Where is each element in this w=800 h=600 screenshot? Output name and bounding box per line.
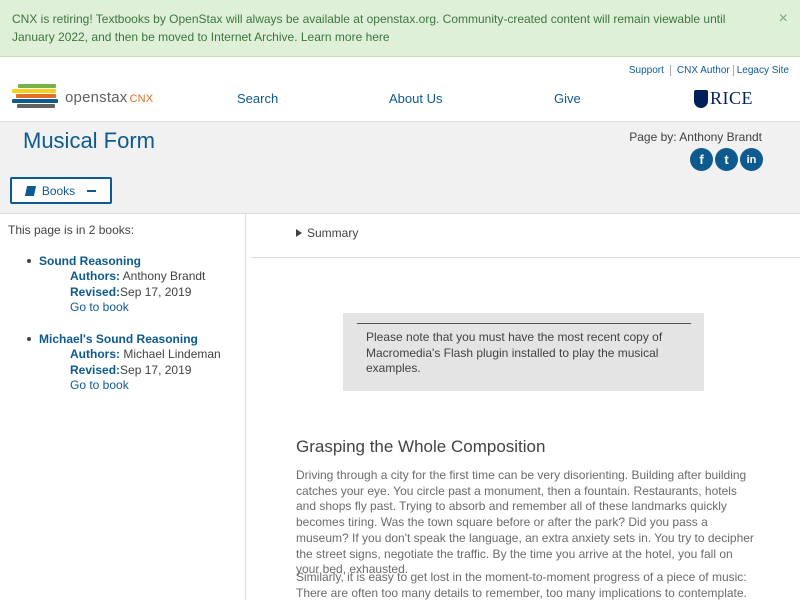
divider (732, 65, 734, 76)
cnx-author-link[interactable]: CNX Author (677, 65, 730, 76)
go-to-book-link[interactable]: Go to book (70, 378, 129, 392)
support-link[interactable]: Support (629, 65, 664, 76)
book-icon (24, 185, 36, 196)
rice-wordmark: RICE (710, 88, 754, 108)
book-title-link[interactable]: Sound Reasoning (24, 253, 205, 269)
note-text: Please note that you must have the most … (366, 330, 663, 375)
twitter-icon[interactable]: t (715, 148, 738, 171)
sidebar-heading: This page is in 2 books: (8, 223, 135, 237)
learn-more-link[interactable]: Learn more here (301, 30, 390, 44)
logo-brand: openstax (65, 89, 128, 106)
openstax-cnx-logo[interactable]: openstax CNX (12, 82, 172, 112)
books-button-label: Books (41, 183, 76, 198)
rice-shield-icon (694, 89, 708, 108)
page-author: Page by: Anthony Brandt (629, 130, 762, 144)
book-title-link[interactable]: Michael's Sound Reasoning (24, 331, 221, 347)
revised-label: Revised: (70, 284, 121, 299)
authors-value: Anthony Brandt (120, 269, 206, 283)
nav-give[interactable]: Give (554, 91, 581, 106)
summary-label: Summary (307, 226, 359, 240)
legacy-site-link[interactable]: Legacy Site (737, 65, 789, 76)
nav-about-us[interactable]: About Us (389, 91, 442, 106)
disclosure-triangle-icon (296, 229, 302, 237)
authors-value: Michael Lindeman (120, 347, 221, 361)
go-to-book-row: Go to book (24, 300, 205, 316)
books-sidebar: This page is in 2 books: Sound Reasoning… (0, 214, 246, 600)
books-toggle-button[interactable]: Books (10, 177, 112, 204)
social-share: f t in (690, 148, 763, 171)
minus-icon (87, 189, 97, 192)
nav-search[interactable]: Search (237, 91, 278, 106)
divider (669, 65, 671, 76)
summary-toggle[interactable]: Summary (296, 226, 358, 240)
close-icon[interactable]: × (779, 10, 788, 28)
flash-note: Please note that you must have the most … (343, 313, 704, 391)
page-title: Musical Form (23, 128, 156, 153)
book-item: Michael's Sound Reasoning Authors: Micha… (24, 331, 221, 394)
revised-label: Revised: (70, 362, 121, 377)
linkedin-icon[interactable]: in (740, 148, 763, 171)
rice-logo[interactable]: RICE (694, 88, 753, 109)
paragraph: Similarly, it is easy to get lost in the… (296, 570, 747, 600)
logo-wordmark: openstax CNX (65, 89, 153, 106)
retirement-banner: CNX is retiring! Textbooks by OpenStax w… (0, 0, 800, 57)
book-item: Sound Reasoning Authors: Anthony Brandt … (24, 253, 205, 316)
section-heading: Grasping the Whole Composition (296, 437, 546, 456)
book-authors: Authors: Michael Lindeman (24, 347, 221, 363)
paragraph: Driving through a city for the first tim… (296, 468, 754, 577)
book-authors: Authors: Anthony Brandt (24, 269, 205, 285)
facebook-icon[interactable]: f (690, 148, 713, 171)
go-to-book-row: Go to book (24, 378, 221, 394)
note-rule (357, 323, 691, 324)
book-revised: Revised:Sep 17, 2019 (24, 363, 221, 379)
divider (250, 257, 800, 258)
revised-value: Sep 17, 2019 (120, 284, 192, 299)
logo-suffix: CNX (129, 93, 154, 105)
authors-label: Authors: (70, 347, 120, 361)
revised-value: Sep 17, 2019 (120, 362, 192, 377)
book-revised: Revised:Sep 17, 2019 (24, 285, 205, 301)
utility-links: Support CNX Author Legacy Site (629, 65, 789, 76)
go-to-book-link[interactable]: Go to book (70, 300, 129, 314)
banner-message: CNX is retiring! Textbooks by OpenStax w… (12, 10, 752, 46)
authors-label: Authors: (70, 269, 120, 283)
